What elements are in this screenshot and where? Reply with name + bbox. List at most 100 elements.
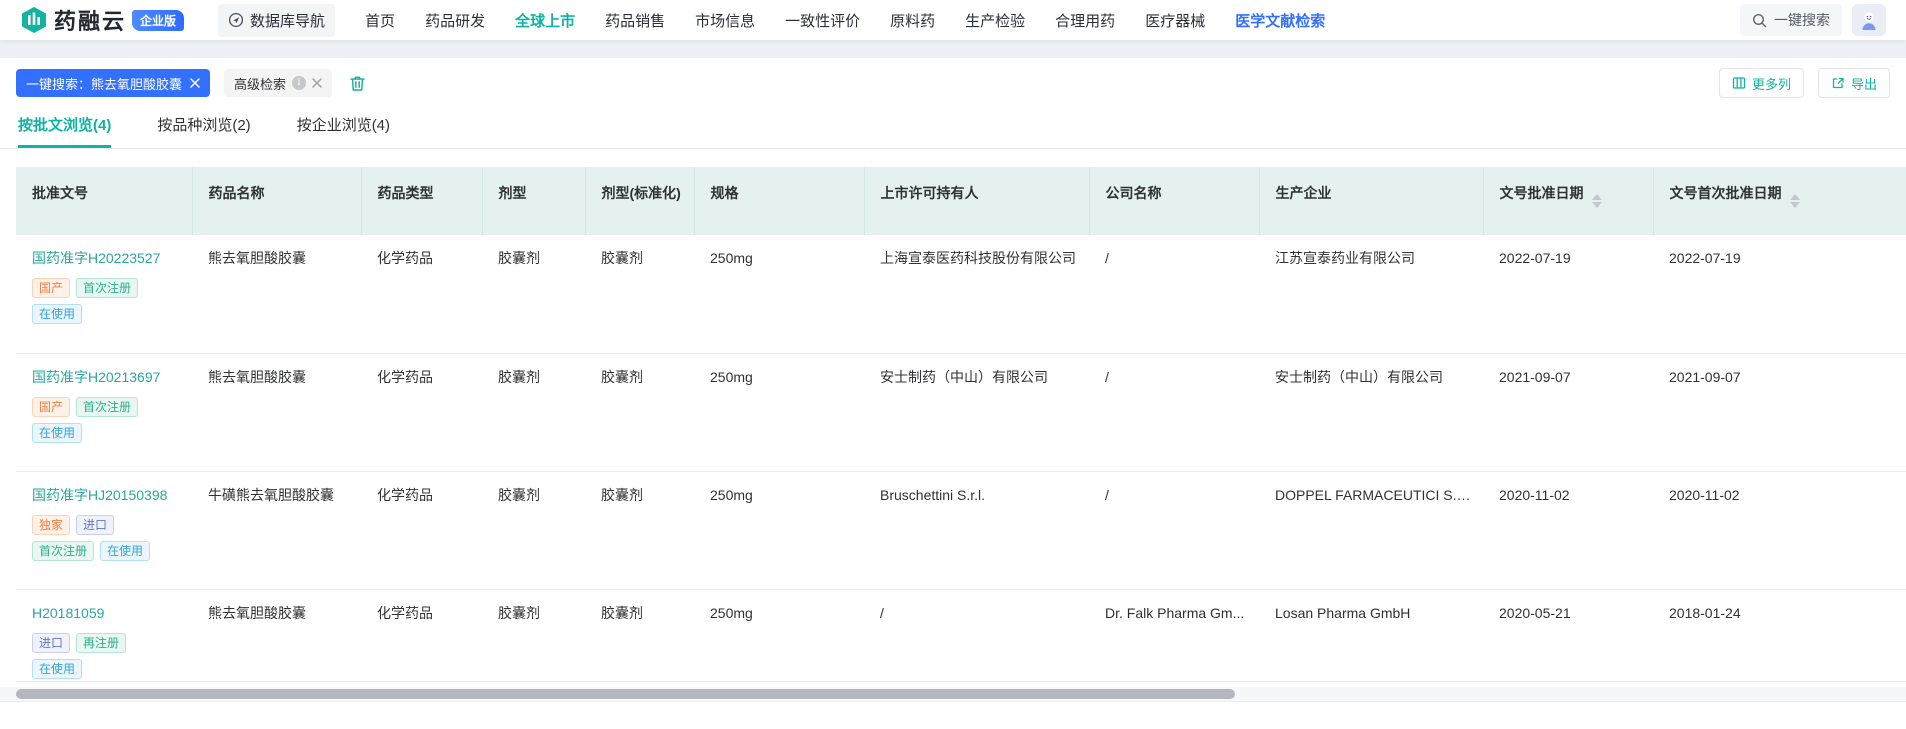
brand-name: 药融云 — [54, 4, 126, 36]
specification-cell: 250mg — [694, 589, 864, 681]
quick-search-label: 一键搜索 — [1774, 10, 1830, 30]
filter-bar: 一键搜索：熊去氧胆酸胶囊 高级检索 — [0, 58, 1906, 98]
nav-item-rational-use[interactable]: 合理用药 — [1055, 10, 1115, 31]
tag-first-registration: 首次注册 — [32, 541, 94, 561]
company-cell: / — [1089, 235, 1259, 353]
col-first-approval-date-label: 文号首次批准日期 — [1670, 185, 1782, 201]
tag-list: 独家 进口 首次注册 在使用 — [32, 515, 174, 561]
drug-type-cell: 化学药品 — [361, 589, 482, 681]
tag-re-registration: 再注册 — [76, 633, 126, 653]
sort-icon[interactable] — [1790, 194, 1800, 208]
trash-icon[interactable] — [348, 74, 367, 93]
tab-by-variety[interactable]: 按品种浏览(2) — [157, 114, 250, 148]
drug-name-cell: 熊去氧胆酸胶囊 — [192, 589, 361, 681]
specification-cell: 250mg — [694, 235, 864, 353]
tab-by-company[interactable]: 按企业浏览(4) — [297, 114, 390, 148]
table-row: 国药准字HJ20150398 独家 进口 首次注册 在使用 牛磺熊去氧胆酸胶囊 … — [16, 471, 1906, 589]
dosage-form-std-cell: 胶囊剂 — [585, 471, 694, 589]
table-row: 国药准字H20223527 国产 首次注册 在使用 熊去氧胆酸胶囊 化学药品 胶… — [16, 235, 1906, 353]
drug-type-cell: 化学药品 — [361, 235, 482, 353]
approval-date-cell: 2020-05-21 — [1483, 589, 1653, 681]
col-drug-name: 药品名称 — [192, 167, 361, 235]
info-icon[interactable] — [292, 76, 306, 90]
tag-in-use: 在使用 — [100, 541, 150, 561]
specification-cell: 250mg — [694, 353, 864, 471]
nav-item-database-navigator[interactable]: 数据库导航 — [218, 4, 335, 37]
manufacturer-cell: 江苏宣泰药业有限公司 — [1259, 235, 1483, 353]
tag-list: 进口 再注册 在使用 — [32, 633, 174, 679]
nav-item-production-inspection[interactable]: 生产检验 — [965, 10, 1025, 31]
nav-item-consistency-eval[interactable]: 一致性评价 — [785, 10, 860, 31]
approval-number-link[interactable]: 国药准字HJ20150398 — [32, 487, 167, 503]
table-row: H20181059 进口 再注册 在使用 熊去氧胆酸胶囊 化学药品 胶囊剂 胶囊… — [16, 589, 1906, 681]
dosage-form-std-cell: 胶囊剂 — [585, 589, 694, 681]
first-approval-date-cell: 2022-07-19 — [1653, 235, 1906, 353]
holder-cell: 安士制药（中山）有限公司 — [864, 353, 1089, 471]
col-specification: 规格 — [694, 167, 864, 235]
drug-name-cell: 熊去氧胆酸胶囊 — [192, 235, 361, 353]
approval-number-cell: 国药准字H20223527 国产 首次注册 在使用 — [16, 235, 192, 353]
drug-name-cell: 牛磺熊去氧胆酸胶囊 — [192, 471, 361, 589]
sort-icon[interactable] — [1592, 194, 1602, 208]
table-header-row: 批准文号 药品名称 药品类型 剂型 剂型(标准化) 规格 上市许可持有人 公司名… — [16, 167, 1906, 235]
holder-cell: 上海宣泰医药科技股份有限公司 — [864, 235, 1089, 353]
approval-number-cell: 国药准字HJ20150398 独家 进口 首次注册 在使用 — [16, 471, 192, 589]
export-button[interactable]: 导出 — [1818, 68, 1890, 98]
approval-date-cell: 2020-11-02 — [1483, 471, 1653, 589]
approval-number-link[interactable]: 国药准字H20223527 — [32, 250, 160, 266]
nav-item-api[interactable]: 原料药 — [890, 10, 935, 31]
results-table: 批准文号 药品名称 药品类型 剂型 剂型(标准化) 规格 上市许可持有人 公司名… — [16, 167, 1906, 682]
col-dosage-form-standardized: 剂型(标准化) — [585, 167, 694, 235]
export-icon — [1831, 76, 1845, 90]
advanced-search-label: 高级检索 — [234, 74, 286, 93]
dosage-form-std-cell: 胶囊剂 — [585, 353, 694, 471]
tag-exclusive: 独家 — [32, 515, 70, 535]
dosage-form-cell: 胶囊剂 — [482, 471, 585, 589]
col-company-name: 公司名称 — [1089, 167, 1259, 235]
approval-number-link[interactable]: 国药准字H20213697 — [32, 369, 160, 385]
table-row: 国药准字H20213697 国产 首次注册 在使用 熊去氧胆酸胶囊 化学药品 胶… — [16, 353, 1906, 471]
first-approval-date-cell: 2020-11-02 — [1653, 471, 1906, 589]
dosage-form-cell: 胶囊剂 — [482, 353, 585, 471]
tag-domestic: 国产 — [32, 278, 70, 298]
more-columns-label: 更多列 — [1752, 74, 1791, 93]
dosage-form-cell: 胶囊剂 — [482, 589, 585, 681]
columns-icon — [1732, 76, 1746, 90]
tab-by-approval-doc[interactable]: 按批文浏览(4) — [18, 114, 111, 148]
col-manufacturer: 生产企业 — [1259, 167, 1483, 235]
nav-item-medical-devices[interactable]: 医疗器械 — [1145, 10, 1205, 31]
approval-number-cell: 国药准字H20213697 国产 首次注册 在使用 — [16, 353, 192, 471]
user-avatar[interactable] — [1852, 4, 1886, 36]
horizontal-scrollbar-track[interactable] — [0, 687, 1906, 702]
manufacturer-cell: Losan Pharma GmbH — [1259, 589, 1483, 681]
holder-cell: / — [864, 589, 1089, 681]
nav-item-market-info[interactable]: 市场信息 — [695, 10, 755, 31]
more-columns-button[interactable]: 更多列 — [1719, 68, 1804, 98]
first-approval-date-cell: 2021-09-07 — [1653, 353, 1906, 471]
dosage-form-std-cell: 胶囊剂 — [585, 235, 694, 353]
nav-item-drug-sales[interactable]: 药品销售 — [605, 10, 665, 31]
close-icon[interactable] — [312, 78, 322, 88]
compass-icon — [228, 12, 244, 28]
horizontal-scrollbar-thumb[interactable] — [16, 689, 1235, 699]
nav-item-medical-literature-search[interactable]: 医学文献检索 — [1235, 10, 1325, 31]
col-first-approval-date[interactable]: 文号首次批准日期 — [1653, 167, 1906, 235]
manufacturer-cell: 安士制药（中山）有限公司 — [1259, 353, 1483, 471]
tag-first-registration: 首次注册 — [76, 278, 138, 298]
nav-item-drug-rd[interactable]: 药品研发 — [425, 10, 485, 31]
close-icon[interactable] — [190, 78, 200, 88]
brand-logo[interactable]: 药融云 企业版 — [20, 4, 184, 36]
nav-item-global-listing[interactable]: 全球上市 — [515, 10, 575, 31]
approval-number-link[interactable]: H20181059 — [32, 605, 104, 621]
approval-date-cell: 2022-07-19 — [1483, 235, 1653, 353]
results-card: 一键搜索：熊去氧胆酸胶囊 高级检索 — [0, 58, 1906, 729]
col-approval-date[interactable]: 文号批准日期 — [1483, 167, 1653, 235]
company-cell: Dr. Falk Pharma Gm... — [1089, 589, 1259, 681]
tag-imported: 进口 — [32, 633, 70, 653]
quick-search-button[interactable]: 一键搜索 — [1740, 4, 1842, 36]
search-icon — [1752, 13, 1767, 28]
nav-item-home[interactable]: 首页 — [365, 10, 395, 31]
company-cell: / — [1089, 353, 1259, 471]
search-filter-label: 一键搜索：熊去氧胆酸胶囊 — [26, 74, 182, 93]
col-approval-date-label: 文号批准日期 — [1500, 185, 1584, 201]
